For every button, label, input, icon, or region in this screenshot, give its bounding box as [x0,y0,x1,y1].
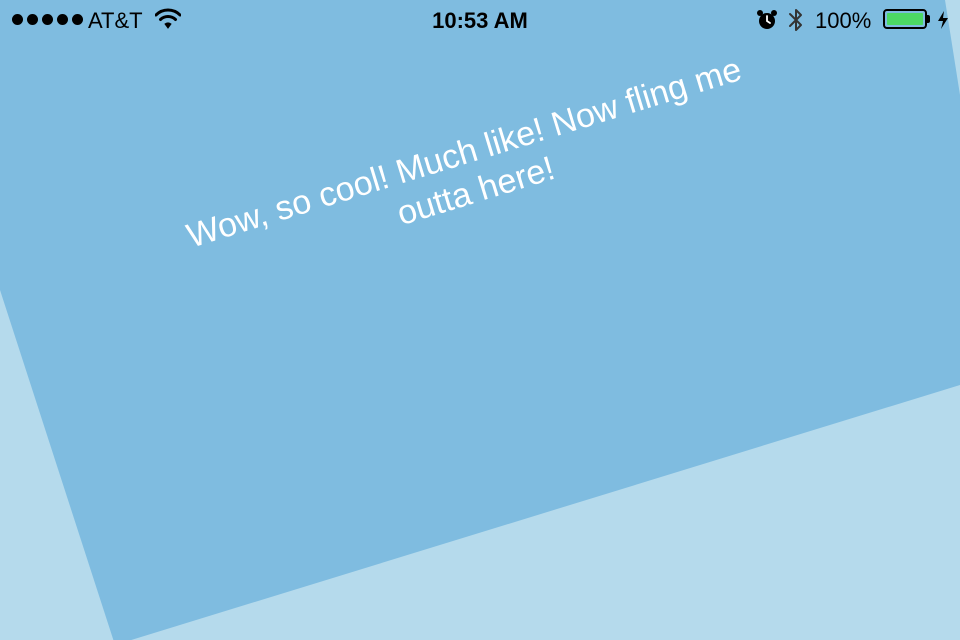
fling-card-body[interactable] [0,0,960,640]
lightning-bolt-icon [938,11,948,29]
alarm-clock-icon [757,10,777,29]
battery-percentage: 100% [815,8,872,33]
fling-card[interactable] [0,0,960,640]
status-bar: AT&T 10:53 AM 100% [0,0,960,40]
battery-cap [927,15,930,23]
battery-icon [883,9,927,29]
screen: Wow, so cool! Much like! Now fling me ou… [0,0,960,640]
battery-level-fill [887,13,923,25]
bluetooth-icon [789,9,802,31]
